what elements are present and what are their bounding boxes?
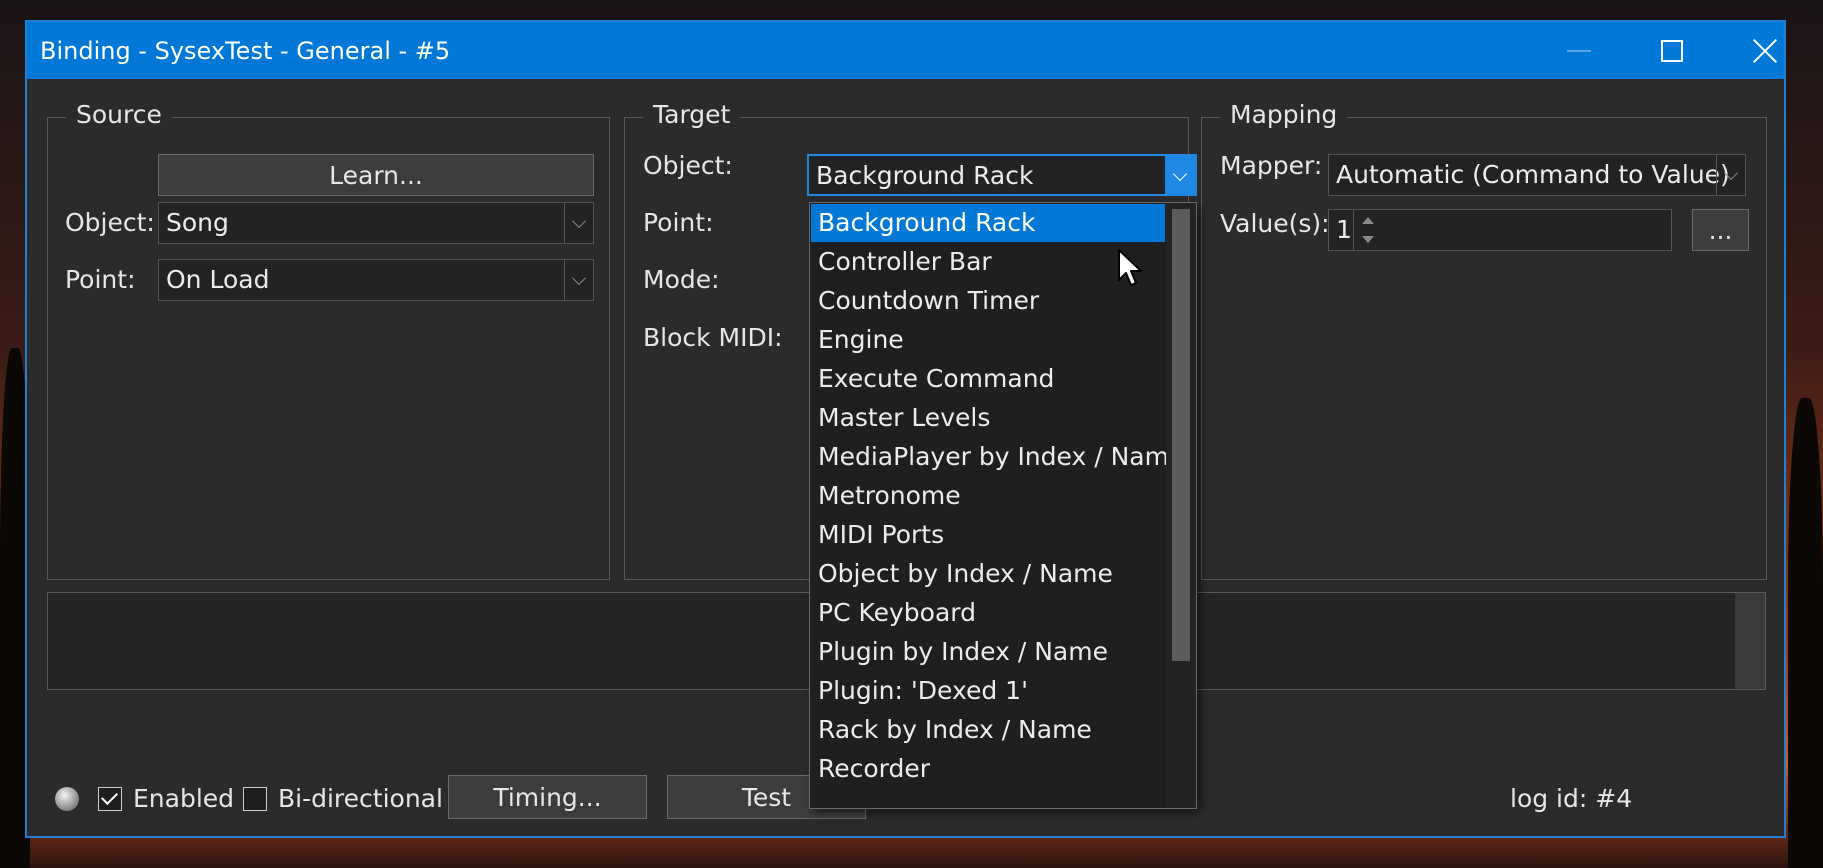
status-led-icon bbox=[55, 787, 79, 811]
close-icon bbox=[1753, 39, 1777, 63]
checkmark-icon bbox=[101, 788, 118, 805]
bidirectional-checkbox[interactable] bbox=[243, 787, 267, 811]
values-spinner[interactable] bbox=[1353, 209, 1383, 251]
dropdown-item[interactable]: Rack by Index / Name bbox=[811, 711, 1165, 749]
target-group-title: Target bbox=[643, 100, 741, 129]
timing-button[interactable]: Timing... bbox=[448, 775, 647, 819]
chevron-down-icon bbox=[1723, 165, 1739, 180]
source-object-combo[interactable]: Song bbox=[158, 202, 594, 244]
log-id-label: log id: #4 bbox=[1510, 784, 1633, 813]
learn-button[interactable]: Learn... bbox=[158, 154, 594, 196]
source-object-dropdown-button[interactable] bbox=[564, 203, 593, 243]
target-block-midi-label: Block MIDI: bbox=[643, 323, 783, 352]
target-object-dropdown-button[interactable] bbox=[1165, 156, 1195, 196]
minimize-button[interactable] bbox=[1532, 22, 1625, 79]
dropdown-item[interactable]: MIDI Ports bbox=[811, 516, 1165, 554]
source-point-value: On Load bbox=[166, 265, 270, 294]
dropdown-item[interactable]: MediaPlayer by Index / Name bbox=[811, 438, 1184, 476]
dropdown-item[interactable]: Master Levels bbox=[811, 399, 1165, 437]
values-label: Value(s): bbox=[1220, 209, 1330, 238]
target-object-value: Background Rack bbox=[816, 161, 1034, 190]
target-object-label: Object: bbox=[643, 151, 733, 180]
source-group: Source Learn... Object: Song Point: On L… bbox=[47, 100, 610, 580]
message-scrollbar[interactable] bbox=[1735, 593, 1765, 689]
values-value: 1 bbox=[1336, 215, 1352, 244]
mapping-group-title: Mapping bbox=[1220, 100, 1348, 129]
window-title: Binding - SysexTest - General - #5 bbox=[40, 36, 451, 65]
title-bar[interactable]: Binding - SysexTest - General - #5 bbox=[27, 22, 1784, 79]
dropdown-item[interactable]: Background Rack bbox=[811, 204, 1165, 242]
mapper-value: Automatic (Command to Value) bbox=[1336, 160, 1730, 189]
target-object-dropdown-list[interactable]: Background Rack Controller Bar Countdown T… bbox=[809, 202, 1197, 809]
dropdown-item[interactable]: Recorder bbox=[811, 750, 1165, 788]
mapper-dropdown-button[interactable] bbox=[1716, 155, 1745, 195]
dropdown-item[interactable]: Object by Index / Name bbox=[811, 555, 1165, 593]
dropdown-item[interactable]: Countdown Timer bbox=[811, 282, 1165, 320]
dropdown-scrollbar[interactable] bbox=[1166, 203, 1196, 808]
source-point-combo[interactable]: On Load bbox=[158, 259, 594, 301]
maximize-button[interactable] bbox=[1625, 22, 1718, 79]
dropdown-item[interactable]: Plugin: 'Dexed 1' bbox=[811, 672, 1165, 710]
mapper-combo[interactable]: Automatic (Command to Value) bbox=[1328, 154, 1746, 196]
spin-down-icon[interactable] bbox=[1362, 236, 1374, 243]
source-object-value: Song bbox=[166, 208, 229, 237]
target-object-combo[interactable]: Background Rack bbox=[807, 154, 1197, 196]
values-ellipsis-button[interactable]: ... bbox=[1692, 209, 1749, 251]
maximize-icon bbox=[1660, 39, 1683, 62]
wallpaper-tree-right bbox=[1788, 398, 1823, 868]
spin-up-icon[interactable] bbox=[1362, 217, 1374, 224]
dropdown-item[interactable]: PC Keyboard bbox=[811, 594, 1165, 632]
dropdown-item[interactable]: Metronome bbox=[811, 477, 1165, 515]
dropdown-item[interactable]: Execute Command bbox=[811, 360, 1165, 398]
dropdown-item[interactable]: Controller Bar bbox=[811, 243, 1165, 281]
mouse-cursor-icon bbox=[1118, 249, 1142, 286]
dropdown-item[interactable]: Engine bbox=[811, 321, 1165, 359]
enabled-label[interactable]: Enabled bbox=[133, 784, 234, 813]
source-point-dropdown-button[interactable] bbox=[564, 260, 593, 300]
mapping-group: Mapping Mapper: Automatic (Command to Va… bbox=[1201, 100, 1767, 580]
minimize-icon bbox=[1566, 49, 1591, 52]
chevron-down-icon bbox=[571, 270, 587, 285]
target-mode-label: Mode: bbox=[643, 265, 720, 294]
chevron-down-icon bbox=[571, 213, 587, 228]
target-point-label: Point: bbox=[643, 208, 714, 237]
binding-dialog: Binding - SysexTest - General - #5 Sourc… bbox=[25, 20, 1786, 838]
source-object-label: Object: bbox=[65, 208, 155, 237]
dropdown-scrollbar-thumb[interactable] bbox=[1172, 209, 1190, 661]
enabled-checkbox[interactable] bbox=[98, 787, 122, 811]
bidirectional-label[interactable]: Bi-directional bbox=[278, 784, 443, 813]
chevron-down-icon bbox=[1172, 166, 1188, 181]
source-point-label: Point: bbox=[65, 265, 136, 294]
mapper-label: Mapper: bbox=[1220, 151, 1323, 180]
close-button[interactable] bbox=[1718, 22, 1811, 79]
source-group-title: Source bbox=[66, 100, 172, 129]
dropdown-item[interactable]: Plugin by Index / Name bbox=[811, 633, 1165, 671]
